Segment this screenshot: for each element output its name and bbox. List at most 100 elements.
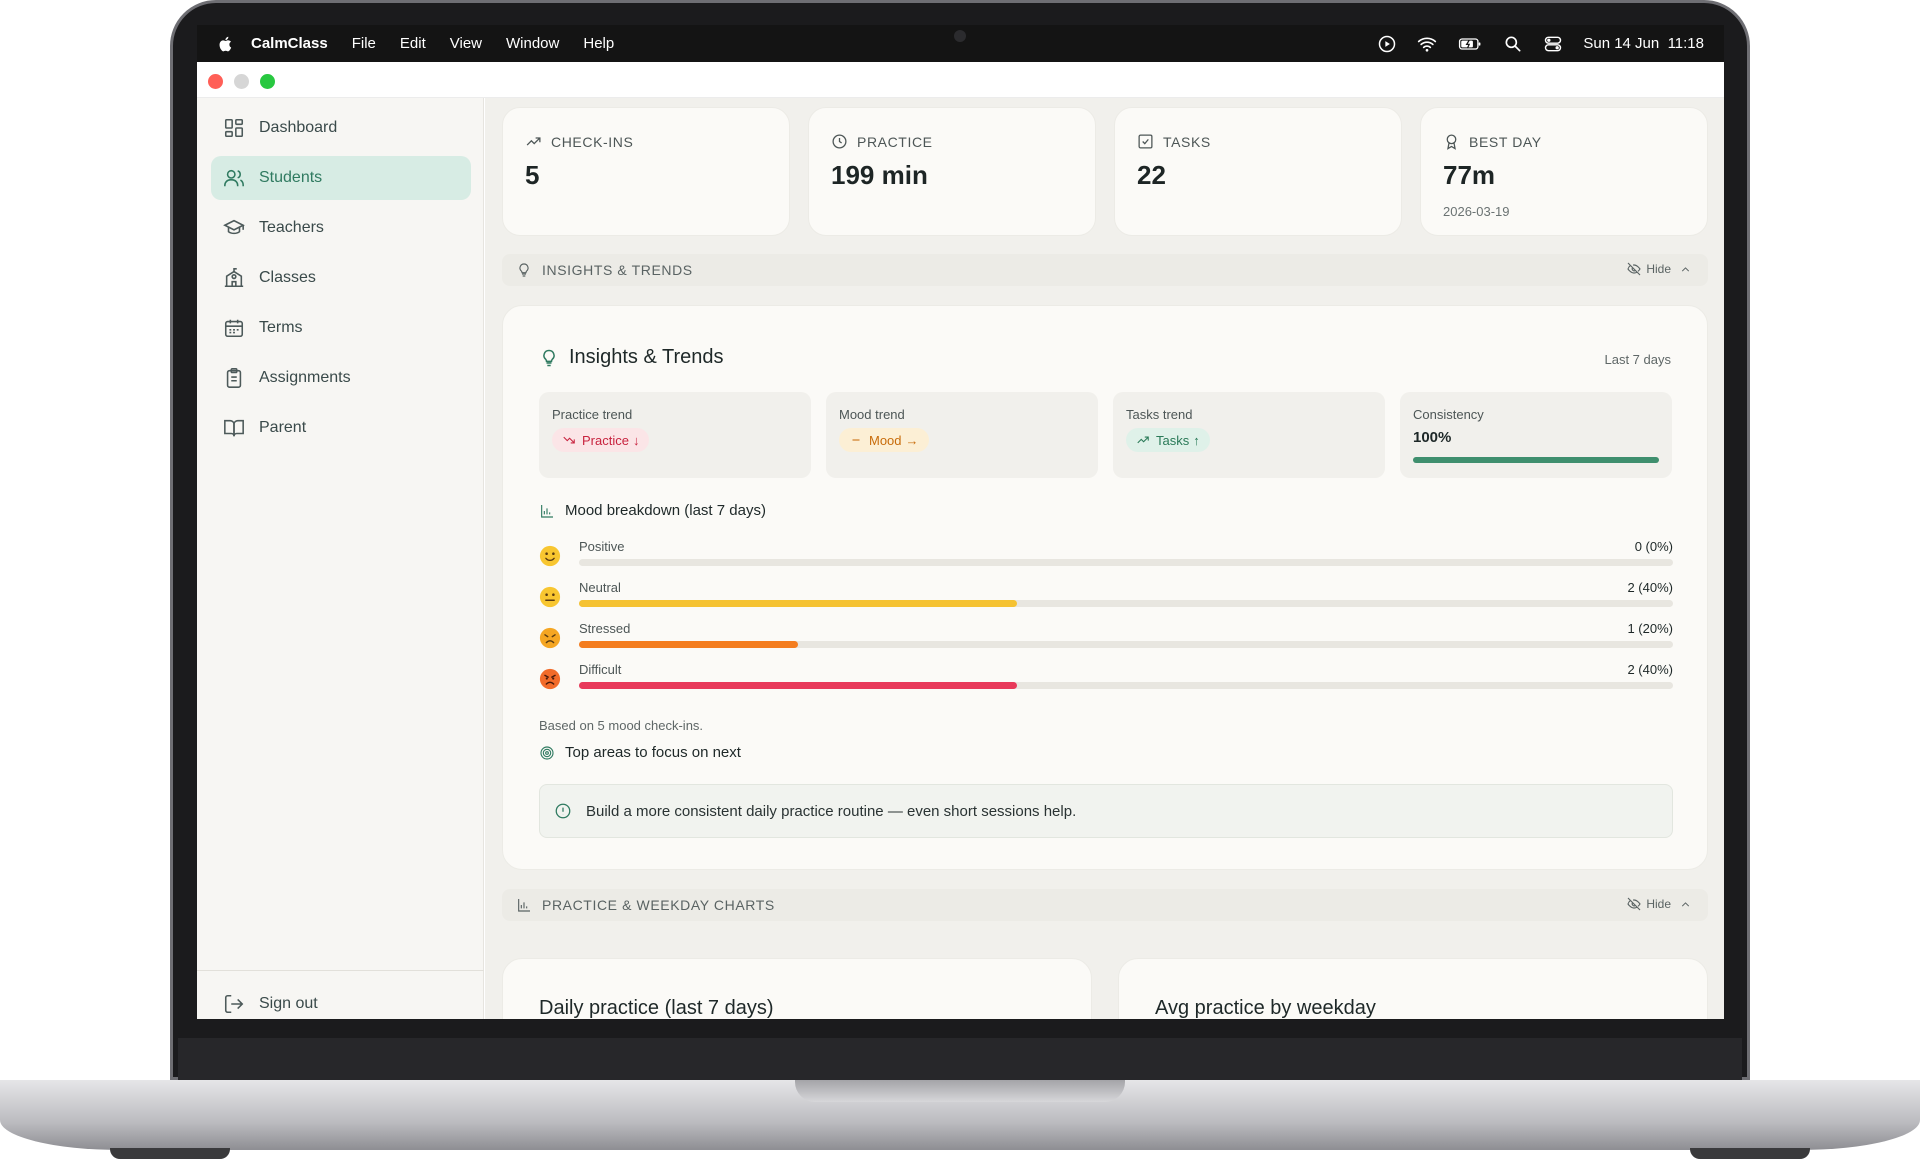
insights-panel: Insights & Trends Last 7 days Practice t… (502, 305, 1708, 870)
main-content[interactable]: CHECK-INS 5 PRACTICE 199 min TASKS 22 BE… (485, 98, 1724, 1019)
angry-emoji-icon (539, 668, 561, 690)
stressed-emoji-icon (539, 627, 561, 649)
panel-title: Insights & Trends (539, 346, 724, 369)
menu-help[interactable]: Help (583, 35, 614, 52)
school-icon (224, 268, 244, 288)
weekday-practice-chart-panel: Avg practice by weekday (1118, 958, 1708, 1019)
weekday-practice-title: Avg practice by weekday (1155, 997, 1376, 1019)
section-label: INSIGHTS & TRENDS (542, 262, 693, 278)
consistency-progress-fill (1413, 457, 1659, 463)
tasks-trend-pill: Tasks ↑ (1126, 428, 1210, 452)
mood-breakdown-heading: Mood breakdown (last 7 days) (539, 502, 766, 519)
search-icon[interactable] (1503, 34, 1523, 54)
sidebar-item-label: Terms (259, 319, 303, 336)
clipboard-icon (226, 368, 242, 388)
laptop-foot-left (110, 1148, 230, 1159)
mood-bar-track (579, 600, 1673, 607)
eye-off-icon (1627, 262, 1641, 276)
close-window-button[interactable] (208, 74, 223, 89)
bar-chart-icon (518, 899, 530, 912)
app-name-menu[interactable]: CalmClass (251, 35, 328, 52)
stat-label: TASKS (1163, 133, 1211, 150)
menu-bar: CalmClass File Edit View Window Help Sun… (197, 25, 1724, 62)
stat-value: 22 (1137, 160, 1166, 190)
minimize-window-button[interactable] (234, 74, 249, 89)
sidebar-item-label: Teachers (259, 219, 324, 236)
insights-hide-button[interactable]: Hide (1626, 261, 1692, 277)
eye-off-icon (1627, 897, 1641, 911)
tasks-trend-card: Tasks trend Tasks ↑ (1113, 392, 1385, 478)
charts-hide-button[interactable]: Hide (1626, 896, 1692, 912)
sidebar-item-students[interactable]: Students (211, 156, 471, 200)
dashboard-icon (224, 118, 244, 138)
sign-out-button[interactable]: Sign out (211, 982, 471, 1019)
practice-trend-card: Practice trend Practice ↓ (539, 392, 811, 478)
mood-trend-card: Mood trend Mood → (826, 392, 1098, 478)
mood-count: 0 (0%) (1634, 539, 1673, 554)
sidebar-item-dashboard[interactable]: Dashboard (211, 106, 471, 150)
mood-row-neutral: Neutral 2 (40%) (539, 580, 1673, 616)
sidebar-item-parent[interactable]: Parent (211, 406, 471, 450)
target-icon (540, 745, 554, 760)
menu-view[interactable]: View (450, 35, 482, 52)
sidebar-item-teachers[interactable]: Teachers (211, 206, 471, 250)
mood-name: Stressed (579, 621, 631, 636)
menu-edit[interactable]: Edit (400, 35, 426, 52)
sidebar-item-label: Dashboard (259, 119, 338, 136)
laptop-bezel (178, 1038, 1742, 1080)
stat-label: BEST DAY (1469, 133, 1542, 150)
mood-heading-label: Mood breakdown (last 7 days) (565, 502, 766, 519)
mood-name: Neutral (579, 580, 621, 595)
control-center-icon[interactable] (1543, 34, 1563, 54)
sidebar-item-label: Assignments (259, 369, 351, 386)
based-on-note: Based on 5 mood check-ins. (539, 718, 704, 733)
lightbulb-icon (519, 263, 529, 277)
clock-icon (832, 134, 847, 149)
window-titlebar (197, 62, 1724, 98)
mood-row-stressed: Stressed 1 (20%) (539, 621, 1673, 657)
apple-icon[interactable] (217, 35, 235, 53)
camera (954, 30, 966, 42)
minus-icon (852, 439, 860, 441)
insights-section-bar[interactable]: INSIGHTS & TRENDS Hide (502, 254, 1708, 286)
trend-label: Consistency (1413, 407, 1484, 422)
sidebar-item-assignments[interactable]: Assignments (211, 356, 471, 400)
calendar-icon (224, 319, 244, 338)
zoom-window-button[interactable] (260, 74, 275, 89)
consistency-progress-track (1413, 457, 1659, 463)
award-icon (1446, 134, 1457, 150)
mood-bar-track (579, 559, 1673, 566)
sidebar-item-terms[interactable]: Terms (211, 306, 471, 350)
charts-section-bar[interactable]: PRACTICE & WEEKDAY CHARTS Hide (502, 889, 1708, 921)
mood-row-difficult: Difficult 2 (40%) (539, 662, 1673, 698)
menubar-clock[interactable]: Sun 14 Jun 11:18 (1583, 35, 1704, 52)
checkbox-icon (1138, 134, 1153, 149)
play-icon[interactable] (1377, 34, 1397, 54)
trend-label: Mood trend (839, 407, 905, 422)
menu-file[interactable]: File (352, 35, 376, 52)
sidebar: Dashboard Students Teachers Classes Term… (197, 98, 484, 1019)
sidebar-divider (197, 970, 484, 971)
book-icon (224, 419, 244, 437)
hide-label: Hide (1646, 262, 1671, 276)
trending-up-icon (1137, 436, 1149, 444)
consistency-card: Consistency 100% (1400, 392, 1672, 478)
daily-practice-chart-panel: Daily practice (last 7 days) (502, 958, 1092, 1019)
stat-value: 199 min (831, 160, 928, 190)
mood-count: 2 (40%) (1627, 580, 1673, 595)
chevron-up-icon (1681, 901, 1690, 906)
menu-window[interactable]: Window (506, 35, 559, 52)
pill-label: Mood (869, 432, 902, 448)
wifi-icon[interactable] (1417, 34, 1437, 54)
sidebar-item-label: Students (259, 169, 323, 186)
focus-heading: Top areas to focus on next (539, 744, 741, 761)
daily-practice-title: Daily practice (last 7 days) (539, 997, 774, 1019)
sidebar-item-classes[interactable]: Classes (211, 256, 471, 300)
insights-title: Insights & Trends (569, 346, 724, 368)
stat-card-practice: PRACTICE 199 min (808, 107, 1096, 236)
stat-value: 77m (1443, 160, 1496, 190)
lightbulb-icon (543, 349, 555, 366)
graduation-cap-icon (223, 219, 245, 235)
pill-label: Tasks (1156, 432, 1190, 448)
battery-icon[interactable] (1457, 34, 1483, 54)
